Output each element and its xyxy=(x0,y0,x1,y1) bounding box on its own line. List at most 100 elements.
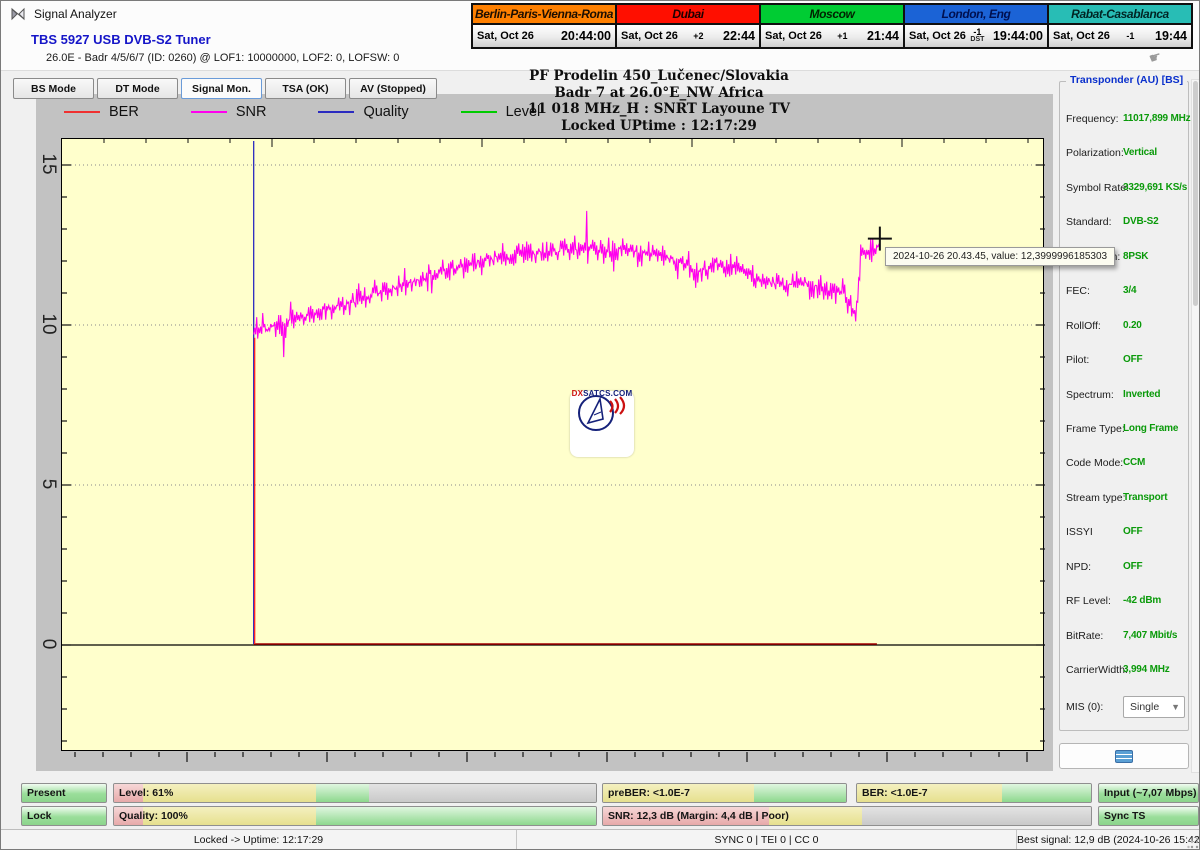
chart-title-block: PF Prodelin 450_Lučenec/Slovakia Badr 7 … xyxy=(449,68,869,134)
tab-av-stopped[interactable]: AV (Stopped) xyxy=(349,78,437,99)
transponder-field-frame-type: Frame Type:Long Frame xyxy=(1060,414,1188,448)
plot-canvas xyxy=(62,139,1045,752)
field-value: OFF xyxy=(1123,561,1142,572)
clock-date: Sat, Oct 26 xyxy=(621,30,678,42)
chart-title-line-2: Badr 7 at 26.0°E_NW Africa xyxy=(449,85,869,102)
resize-grip[interactable] xyxy=(1187,837,1200,850)
legend-label: BER xyxy=(109,104,139,120)
bar-segment-green xyxy=(316,784,369,802)
clock-offset-value: +2 xyxy=(693,33,703,40)
field-value: 3/4 xyxy=(1123,285,1136,296)
field-label: Standard: xyxy=(1066,216,1112,228)
field-value: 7,407 Mbit/s xyxy=(1123,630,1177,641)
field-value: OFF xyxy=(1123,526,1142,537)
field-value: CCM xyxy=(1123,457,1145,468)
chevron-down-icon: ▼ xyxy=(1171,702,1180,712)
clock-date: Sat, Oct 26 xyxy=(477,30,534,42)
clock-date: Sat, Oct 26 xyxy=(909,30,966,42)
field-value: DVB-S2 xyxy=(1123,216,1158,227)
clock-moscow: Moscow Sat, Oct 26 +1 21:44 xyxy=(759,3,905,49)
statusbar-sync-counters: SYNC 0 | TEI 0 | CC 0 xyxy=(516,830,1016,850)
status-bar-present: Present xyxy=(21,783,107,803)
transponder-panel: Transponder (AU) [BS] Frequency:11017,89… xyxy=(1059,81,1189,731)
y-axis-label-5: 5 xyxy=(33,471,63,497)
title-bar: Signal Analyzer xyxy=(1,1,471,27)
statusbar-lock-uptime: Locked -> Uptime: 12:17:29 xyxy=(1,830,516,850)
signal-analyzer-window: Signal Analyzer Berlin-Paris-Vienna-Roma… xyxy=(0,0,1200,850)
clock-city-label: Berlin-Paris-Vienna-Roma xyxy=(473,5,615,25)
tab-tsa-ok[interactable]: TSA (OK) xyxy=(265,78,346,99)
field-label: Stream type: xyxy=(1066,492,1126,504)
legend-item-ber: BER xyxy=(64,104,139,120)
transponder-field-rf-level: RF Level:-42 dBm xyxy=(1060,586,1188,620)
chart-tooltip: 2024-10-26 20.43.45, value: 12,399999618… xyxy=(885,247,1115,266)
transponder-field-pilot: Pilot:OFF xyxy=(1060,345,1188,379)
bar-segment-green xyxy=(316,807,596,825)
transponder-field-frequency: Frequency:11017,899 MHz xyxy=(1060,104,1188,138)
status-bar-lock: Lock xyxy=(21,806,107,826)
transponder-field-stream-type: Stream type:Transport xyxy=(1060,483,1188,517)
mis-label: MIS (0): xyxy=(1066,701,1103,713)
plot-area[interactable]: DXSATCS.COM xyxy=(61,138,1044,751)
legend-item-quality: Quality xyxy=(318,104,408,120)
clock-offset-value: -1 xyxy=(1126,33,1134,40)
bar-segment-gray xyxy=(862,807,1091,825)
clock-utc-offset: -1DST xyxy=(970,29,984,43)
field-value: 11017,899 MHz xyxy=(1123,113,1190,124)
capture-button[interactable] xyxy=(1059,743,1189,769)
field-label: Pilot: xyxy=(1066,354,1089,366)
bar-segment-gray xyxy=(369,784,596,802)
signal-chart-area: BERSNRQualityLevel 051015 DXSATCS.COM xyxy=(36,94,1053,771)
scrollbar-thumb[interactable] xyxy=(1193,81,1198,306)
panel-scrollbar[interactable] xyxy=(1191,79,1200,773)
status-bar-label: Input (~7,07 Mbps) xyxy=(1104,787,1196,799)
transponder-field-spectrum: Spectrum:Inverted xyxy=(1060,380,1188,414)
clock-time: 21:44 xyxy=(867,29,899,43)
clock-time: 22:44 xyxy=(723,29,755,43)
field-label: FEC: xyxy=(1066,285,1090,297)
field-label: RollOff: xyxy=(1066,320,1101,332)
status-bar-row-1: PresentLevel: 61%preBER: <1.0E-7BER: <1.… xyxy=(1,783,1200,803)
clock-offset-value: +1 xyxy=(837,33,847,40)
snr-trace xyxy=(254,211,880,357)
tab-bs-mode[interactable]: BS Mode xyxy=(13,78,94,99)
status-bar-label: Level: 61% xyxy=(119,787,173,799)
clock-time-row: Sat, Oct 26-1DST19:44:00 xyxy=(905,25,1047,47)
status-bar-label: SNR: 12,3 dB (Margin: 4,4 dB | Poor) xyxy=(608,810,789,822)
field-label: Frame Type: xyxy=(1066,423,1125,435)
field-label: Symbol Rate: xyxy=(1066,182,1129,194)
clock-utc-offset: -1 xyxy=(1126,33,1134,40)
field-value: Transport xyxy=(1123,492,1167,503)
mis-row: MIS (0): Single ▼ xyxy=(1060,696,1188,720)
transponder-fields: Frequency:11017,899 MHzPolarization:Vert… xyxy=(1060,104,1188,689)
x-axis-ticks xyxy=(61,752,1044,763)
status-bar-level: Level: 61% xyxy=(113,783,597,803)
y-axis-label-10: 10 xyxy=(33,311,63,337)
status-bar-sync-ts: Sync TS xyxy=(1098,806,1199,826)
field-value: 8PSK xyxy=(1123,251,1148,262)
clock-city-label: Dubai xyxy=(617,5,759,25)
legend-label: SNR xyxy=(236,104,267,120)
field-value: Vertical xyxy=(1123,147,1157,158)
save-icon xyxy=(1115,750,1133,763)
clock-utc-offset: +2 xyxy=(693,33,703,40)
bar-segment-green xyxy=(1002,784,1091,802)
chart-title-line-4: Locked UPtime : 12:17:29 xyxy=(449,118,869,135)
field-label: Code Mode: xyxy=(1066,457,1123,469)
transponder-field-fec: FEC: 3/4 xyxy=(1060,276,1188,310)
tab-dt-mode[interactable]: DT Mode xyxy=(97,78,178,99)
clock-london-eng: London, EngSat, Oct 26-1DST19:44:00 xyxy=(903,3,1049,49)
mis-dropdown[interactable]: Single ▼ xyxy=(1123,696,1185,718)
legend-item-snr: SNR xyxy=(191,104,267,120)
clock-offset-value: -1 xyxy=(973,29,981,36)
chart-title-line-1: PF Prodelin 450_Lučenec/Slovakia xyxy=(449,68,869,85)
clock-time-row: Sat, Oct 26 20:44:00 xyxy=(473,25,615,47)
clock-time: 20:44:00 xyxy=(561,29,611,43)
clock-city-label: Moscow xyxy=(761,5,903,25)
status-bar-label: Sync TS xyxy=(1104,810,1145,822)
transponder-field-code-mode: Code Mode:CCM xyxy=(1060,448,1188,482)
transponder-field-standard: Standard: DVB-S2 xyxy=(1060,207,1188,241)
clock-date: Sat, Oct 26 xyxy=(765,30,822,42)
tab-signal-mon[interactable]: Signal Mon. xyxy=(181,78,262,99)
status-bar-label: BER: <1.0E-7 xyxy=(862,787,928,799)
